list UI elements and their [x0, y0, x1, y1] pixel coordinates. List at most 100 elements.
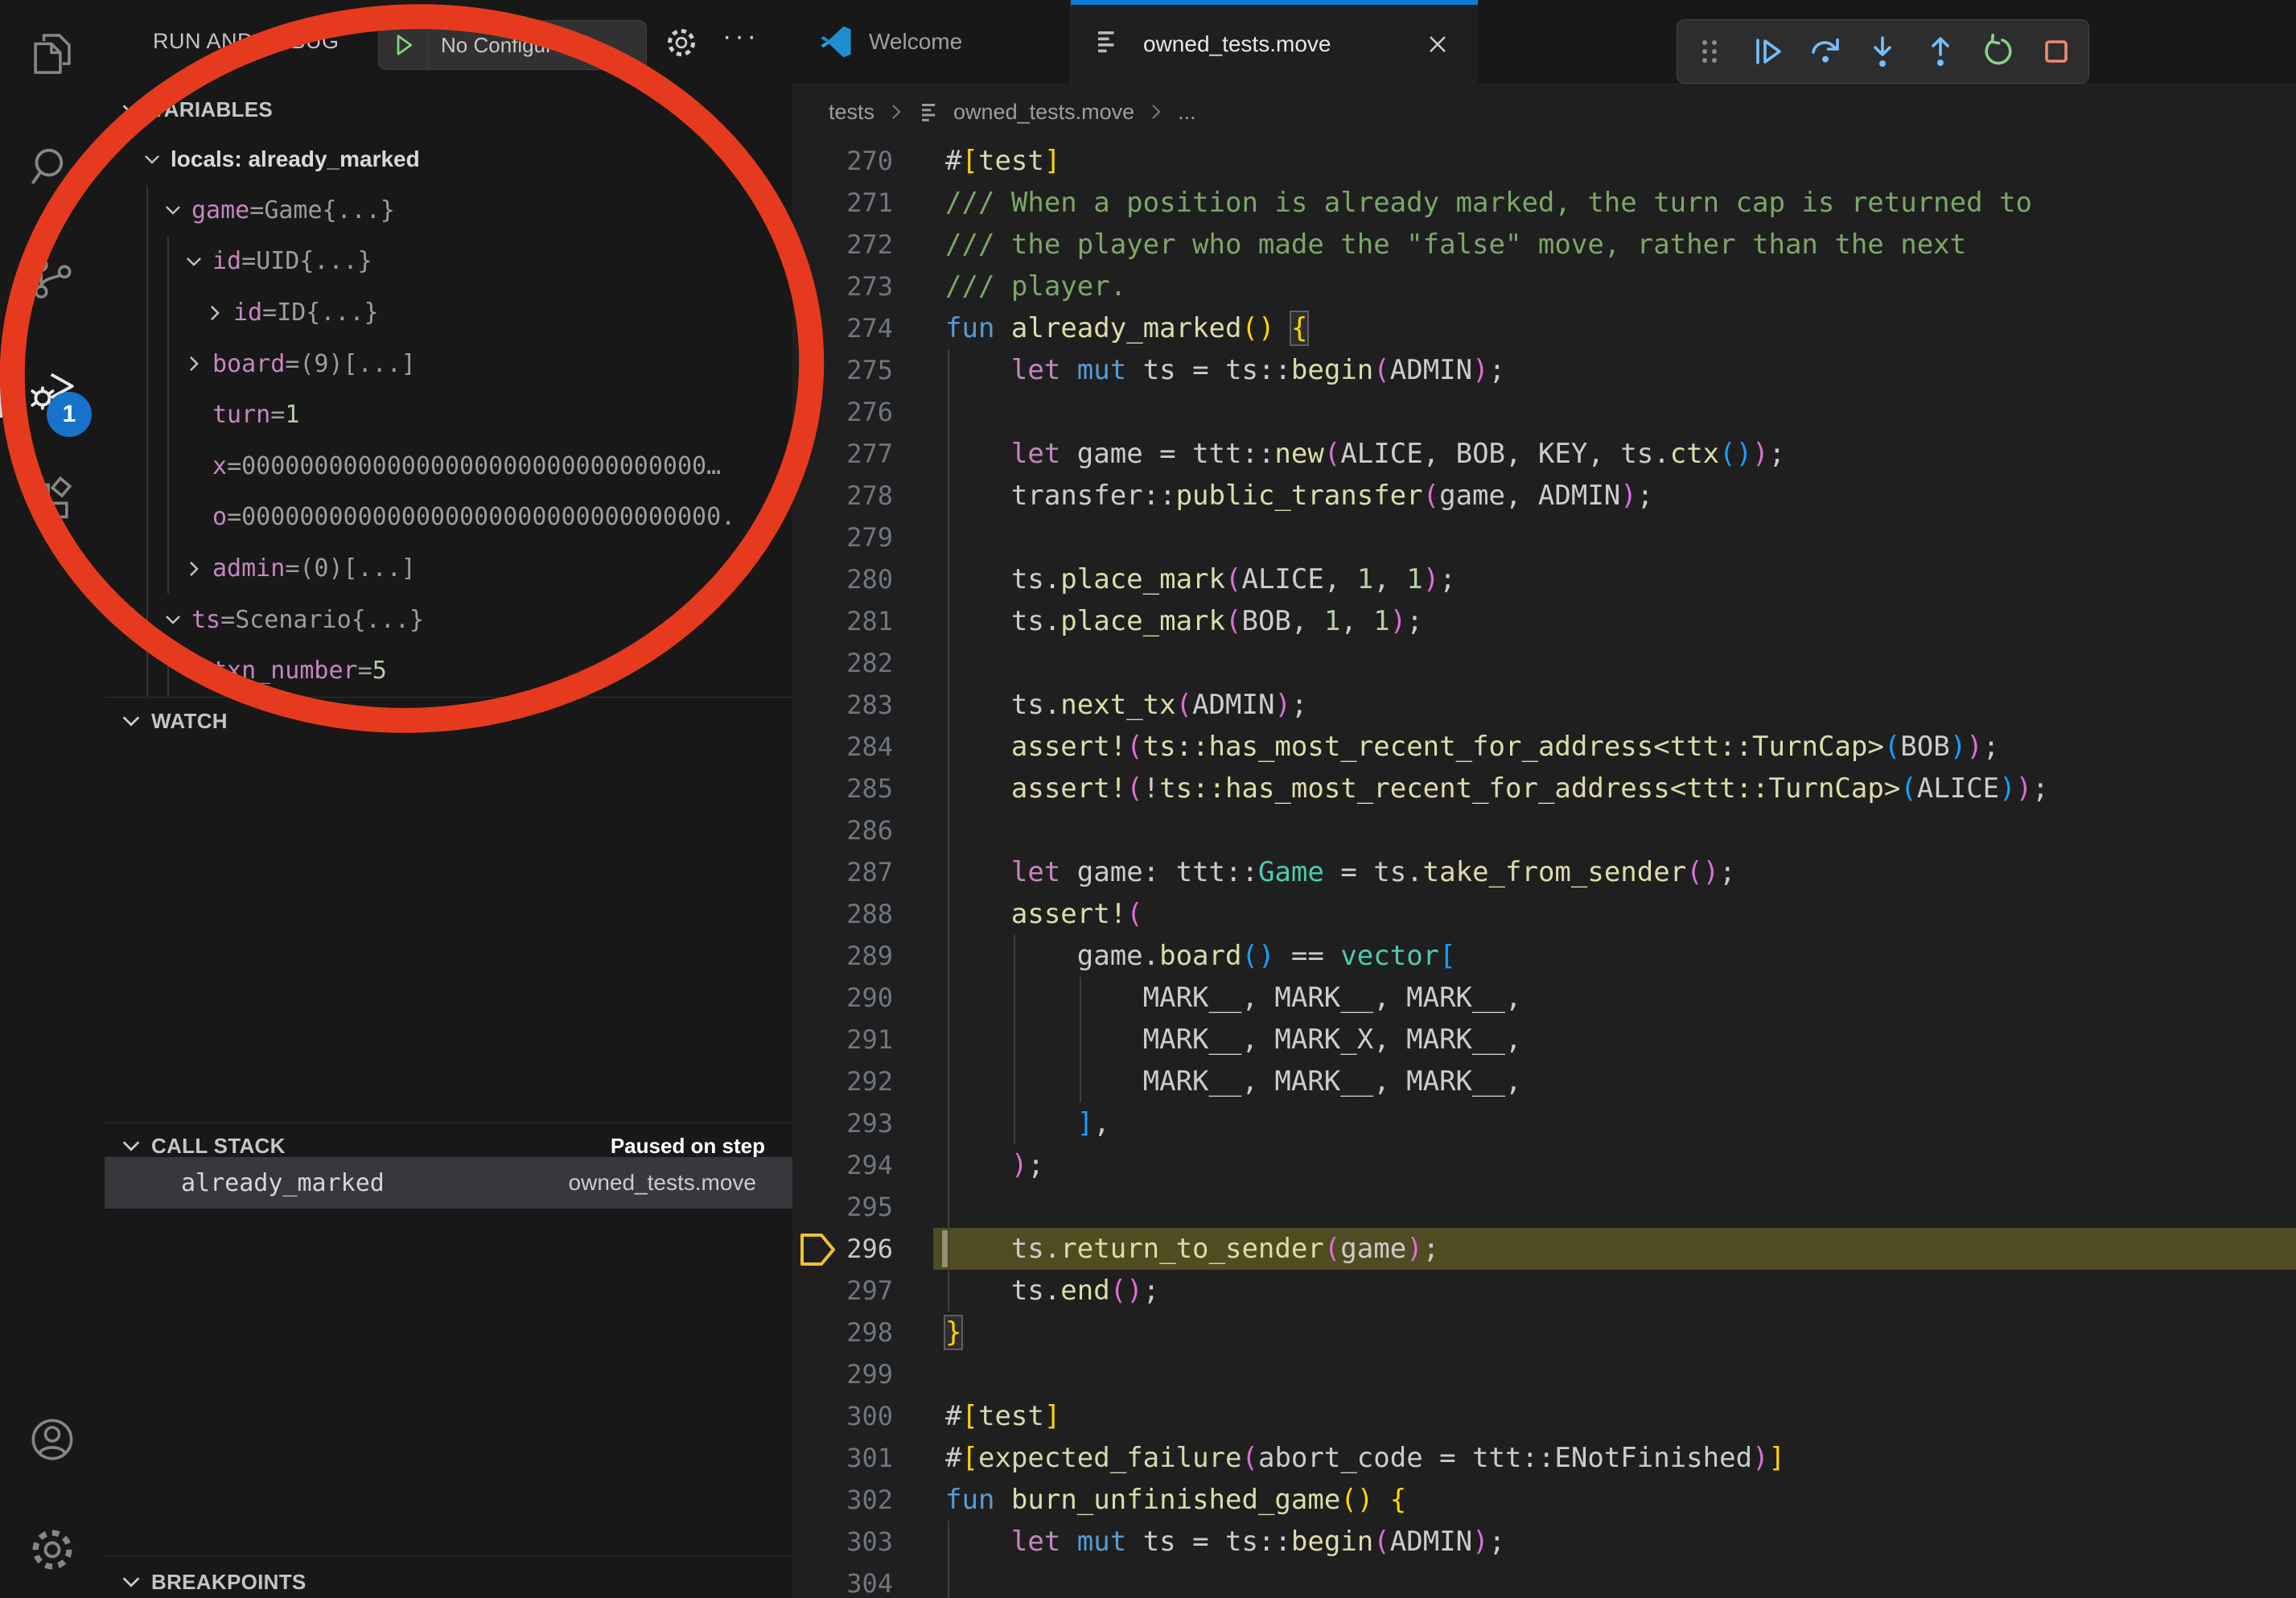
- variable-scope-row[interactable]: locals: already_marked: [105, 134, 792, 185]
- code-line-282[interactable]: 282: [792, 642, 2296, 684]
- code-line-303[interactable]: 303 let mut ts = ts::begin(ADMIN);: [792, 1521, 2296, 1563]
- line-number[interactable]: 286: [825, 809, 893, 851]
- line-number[interactable]: 284: [825, 726, 893, 768]
- code-line-272[interactable]: 272/// the player who made the "false" m…: [792, 224, 2296, 266]
- step-over-icon[interactable]: [1806, 32, 1845, 71]
- variable-row-game[interactable]: game = Game{...}: [105, 185, 792, 237]
- code-line-275[interactable]: 275 let mut ts = ts::begin(ADMIN);: [792, 349, 2296, 391]
- line-number[interactable]: 300: [825, 1395, 893, 1437]
- line-number[interactable]: 295: [825, 1186, 893, 1228]
- code-line-298[interactable]: 298}: [792, 1312, 2296, 1353]
- line-number[interactable]: 271: [825, 182, 893, 224]
- variable-row-ts[interactable]: ts = Scenario{...}: [105, 594, 792, 645]
- code-line-276[interactable]: 276: [792, 391, 2296, 433]
- line-number[interactable]: 292: [825, 1061, 893, 1102]
- line-number[interactable]: 279: [825, 517, 893, 558]
- code-line-289[interactable]: 289 game.board() == vector[: [792, 935, 2296, 977]
- variable-row-board[interactable]: board = (9)[...]: [105, 338, 792, 389]
- tab-welcome[interactable]: Welcome: [796, 0, 1071, 84]
- code-line-288[interactable]: 288 assert!(: [792, 893, 2296, 935]
- code-line-296[interactable]: 296 ts.return_to_sender(game);: [792, 1228, 2296, 1270]
- gear-icon[interactable]: [663, 24, 700, 61]
- tab-owned-tests[interactable]: owned_tests.move: [1071, 0, 1478, 84]
- line-number[interactable]: 299: [825, 1353, 893, 1395]
- extensions-icon[interactable]: [26, 476, 79, 529]
- code-line-283[interactable]: 283 ts.next_tx(ADMIN);: [792, 684, 2296, 726]
- code-line-293[interactable]: 293 ],: [792, 1102, 2296, 1144]
- code-area[interactable]: 270#[test]271/// When a position is alre…: [792, 140, 2296, 1598]
- line-number[interactable]: 273: [825, 266, 893, 307]
- code-line-270[interactable]: 270#[test]: [792, 140, 2296, 182]
- step-into-icon[interactable]: [1863, 32, 1902, 71]
- line-number[interactable]: 297: [825, 1270, 893, 1312]
- line-number[interactable]: 287: [825, 851, 893, 893]
- code-line-284[interactable]: 284 assert!(ts::has_most_recent_for_addr…: [792, 726, 2296, 768]
- line-number[interactable]: 303: [825, 1521, 893, 1563]
- code-line-274[interactable]: 274fun already_marked() {: [792, 307, 2296, 349]
- line-number[interactable]: 277: [825, 433, 893, 475]
- code-line-292[interactable]: 292 MARK__, MARK__, MARK__,: [792, 1061, 2296, 1102]
- line-number[interactable]: 283: [825, 684, 893, 726]
- breadcrumb-item[interactable]: ...: [1178, 100, 1196, 125]
- code-line-277[interactable]: 277 let game = ttt::new(ALICE, BOB, KEY,…: [792, 433, 2296, 475]
- stop-icon[interactable]: [2037, 32, 2076, 71]
- code-line-281[interactable]: 281 ts.place_mark(BOB, 1, 1);: [792, 600, 2296, 642]
- code-line-271[interactable]: 271/// When a position is already marked…: [792, 182, 2296, 224]
- continue-icon[interactable]: [1748, 32, 1787, 71]
- line-number[interactable]: 298: [825, 1312, 893, 1353]
- step-out-icon[interactable]: [1921, 32, 1960, 71]
- line-number[interactable]: 293: [825, 1102, 893, 1144]
- account-icon[interactable]: [26, 1413, 79, 1466]
- line-number[interactable]: 281: [825, 600, 893, 642]
- code-line-291[interactable]: 291 MARK__, MARK_X, MARK__,: [792, 1019, 2296, 1061]
- code-line-278[interactable]: 278 transfer::public_transfer(game, ADMI…: [792, 475, 2296, 517]
- drag-handle[interactable]: [1690, 32, 1729, 71]
- restart-icon[interactable]: [1979, 32, 2018, 71]
- code-line-304[interactable]: 304: [792, 1563, 2296, 1598]
- line-number[interactable]: 304: [825, 1563, 893, 1598]
- variable-row-admin[interactable]: admin = (0)[...]: [105, 543, 792, 595]
- line-number[interactable]: 296: [825, 1228, 893, 1270]
- variable-row-o[interactable]: o = 000000000000000000000000000000000.: [105, 492, 792, 543]
- code-line-280[interactable]: 280 ts.place_mark(ALICE, 1, 1);: [792, 558, 2296, 600]
- variable-row-turn[interactable]: turn = 1: [105, 389, 792, 441]
- variable-row-x[interactable]: x = 00000000000000000000000000000000…: [105, 441, 792, 492]
- line-number[interactable]: 275: [825, 349, 893, 391]
- explorer-icon[interactable]: [26, 27, 79, 80]
- code-line-301[interactable]: 301#[expected_failure(abort_code = ttt::…: [792, 1437, 2296, 1479]
- code-line-286[interactable]: 286: [792, 809, 2296, 851]
- breakpoints-section-header[interactable]: BREAKPOINTS: [105, 1561, 792, 1598]
- close-icon[interactable]: [1425, 31, 1450, 57]
- breadcrumb-item[interactable]: tests: [829, 100, 874, 125]
- line-number[interactable]: 282: [825, 642, 893, 684]
- call-stack-frame[interactable]: already_marked owned_tests.move: [105, 1157, 792, 1209]
- settings-gear-icon[interactable]: [26, 1523, 79, 1576]
- code-line-279[interactable]: 279: [792, 517, 2296, 558]
- search-icon[interactable]: [26, 142, 79, 195]
- code-line-294[interactable]: 294 );: [792, 1144, 2296, 1186]
- line-number[interactable]: 276: [825, 391, 893, 433]
- code-line-285[interactable]: 285 assert!(!ts::has_most_recent_for_add…: [792, 768, 2296, 809]
- code-line-287[interactable]: 287 let game: ttt::Game = ts.take_from_s…: [792, 851, 2296, 893]
- line-number[interactable]: 290: [825, 977, 893, 1019]
- line-number[interactable]: 294: [825, 1144, 893, 1186]
- variables-section-header[interactable]: VARIABLES: [105, 89, 792, 130]
- source-control-icon[interactable]: [26, 252, 79, 305]
- code-line-299[interactable]: 299: [792, 1353, 2296, 1395]
- breadcrumb-item[interactable]: owned_tests.move: [953, 100, 1134, 125]
- line-number[interactable]: 278: [825, 475, 893, 517]
- line-number[interactable]: 291: [825, 1019, 893, 1061]
- code-line-295[interactable]: 295: [792, 1186, 2296, 1228]
- line-number[interactable]: 272: [825, 224, 893, 266]
- line-number[interactable]: 288: [825, 893, 893, 935]
- line-number[interactable]: 302: [825, 1479, 893, 1521]
- more-actions-icon[interactable]: ···: [722, 21, 759, 52]
- start-debug-icon[interactable]: [389, 31, 418, 60]
- watch-section-header[interactable]: WATCH: [105, 700, 792, 742]
- line-number[interactable]: 289: [825, 935, 893, 977]
- code-line-297[interactable]: 297 ts.end();: [792, 1270, 2296, 1312]
- line-number[interactable]: 274: [825, 307, 893, 349]
- variable-row-txn_number[interactable]: txn_number = 5: [105, 645, 792, 697]
- code-line-302[interactable]: 302fun burn_unfinished_game() {: [792, 1479, 2296, 1521]
- variable-row-id[interactable]: id = UID{...}: [105, 236, 792, 287]
